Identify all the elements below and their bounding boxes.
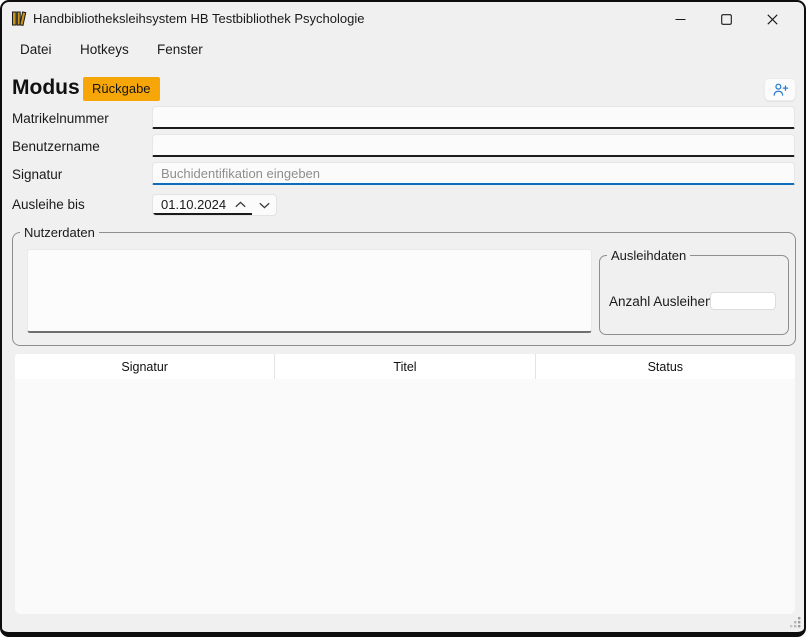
mode-badge[interactable]: Rückgabe xyxy=(83,77,160,101)
spin-down-button[interactable] xyxy=(252,195,276,215)
table-body[interactable] xyxy=(15,379,795,614)
column-header-titel[interactable]: Titel xyxy=(274,354,534,379)
benutzername-label: Benutzername xyxy=(12,139,100,154)
ausleihe-bis-label: Ausleihe bis xyxy=(12,197,85,212)
chevron-down-icon xyxy=(259,202,270,209)
minimize-icon xyxy=(675,14,686,25)
chevron-up-icon xyxy=(235,201,246,208)
close-icon xyxy=(767,14,778,25)
page-title: Modus xyxy=(12,76,80,100)
nutzerdaten-textarea[interactable] xyxy=(27,249,592,333)
signatur-label: Signatur xyxy=(12,167,62,182)
close-button[interactable] xyxy=(749,7,795,31)
column-header-signatur[interactable]: Signatur xyxy=(15,354,274,379)
date-value-area[interactable]: 01.10.2024 xyxy=(153,195,252,215)
titlebar: Handbibliotheksleihsystem HB Testbibliot… xyxy=(2,2,804,35)
add-user-button[interactable] xyxy=(764,78,796,101)
books-icon xyxy=(11,10,28,27)
spin-up-button[interactable] xyxy=(228,201,252,208)
window-controls xyxy=(657,7,795,31)
menubar: Datei Hotkeys Fenster xyxy=(2,35,804,63)
window-title: Handbibliotheksleihsystem HB Testbibliot… xyxy=(33,11,364,26)
benutzername-field[interactable] xyxy=(152,134,795,157)
resize-grip-icon xyxy=(787,614,803,630)
matrikelnummer-label: Matrikelnummer xyxy=(12,111,109,126)
menu-item-fenster[interactable]: Fenster xyxy=(157,42,203,57)
matrikelnummer-field[interactable] xyxy=(152,106,795,129)
nutzerdaten-legend: Nutzerdaten xyxy=(20,225,99,240)
ausleihdaten-legend: Ausleihdaten xyxy=(607,248,690,263)
resize-grip[interactable] xyxy=(787,614,803,630)
minimize-button[interactable] xyxy=(657,7,703,31)
column-header-status[interactable]: Status xyxy=(535,354,795,379)
table-header: Signatur Titel Status xyxy=(15,354,795,379)
anzahl-ausleihen-field[interactable] xyxy=(710,292,776,310)
date-value[interactable]: 01.10.2024 xyxy=(153,197,228,212)
menu-item-datei[interactable]: Datei xyxy=(20,42,52,57)
maximize-icon xyxy=(721,14,732,25)
menu-item-hotkeys[interactable]: Hotkeys xyxy=(80,42,129,57)
nutzerdaten-groupbox: Nutzerdaten Ausleihdaten Anzahl Ausleihe… xyxy=(12,232,796,346)
app-window: Handbibliotheksleihsystem HB Testbibliot… xyxy=(0,0,806,637)
person-add-icon xyxy=(772,82,789,97)
signatur-field[interactable] xyxy=(152,162,795,185)
ausleihe-bis-date-spinner[interactable]: 01.10.2024 xyxy=(152,194,277,216)
anzahl-ausleihen-label: Anzahl Ausleihen xyxy=(609,294,713,309)
maximize-button[interactable] xyxy=(703,7,749,31)
ausleihdaten-groupbox: Ausleihdaten Anzahl Ausleihen xyxy=(599,255,789,335)
